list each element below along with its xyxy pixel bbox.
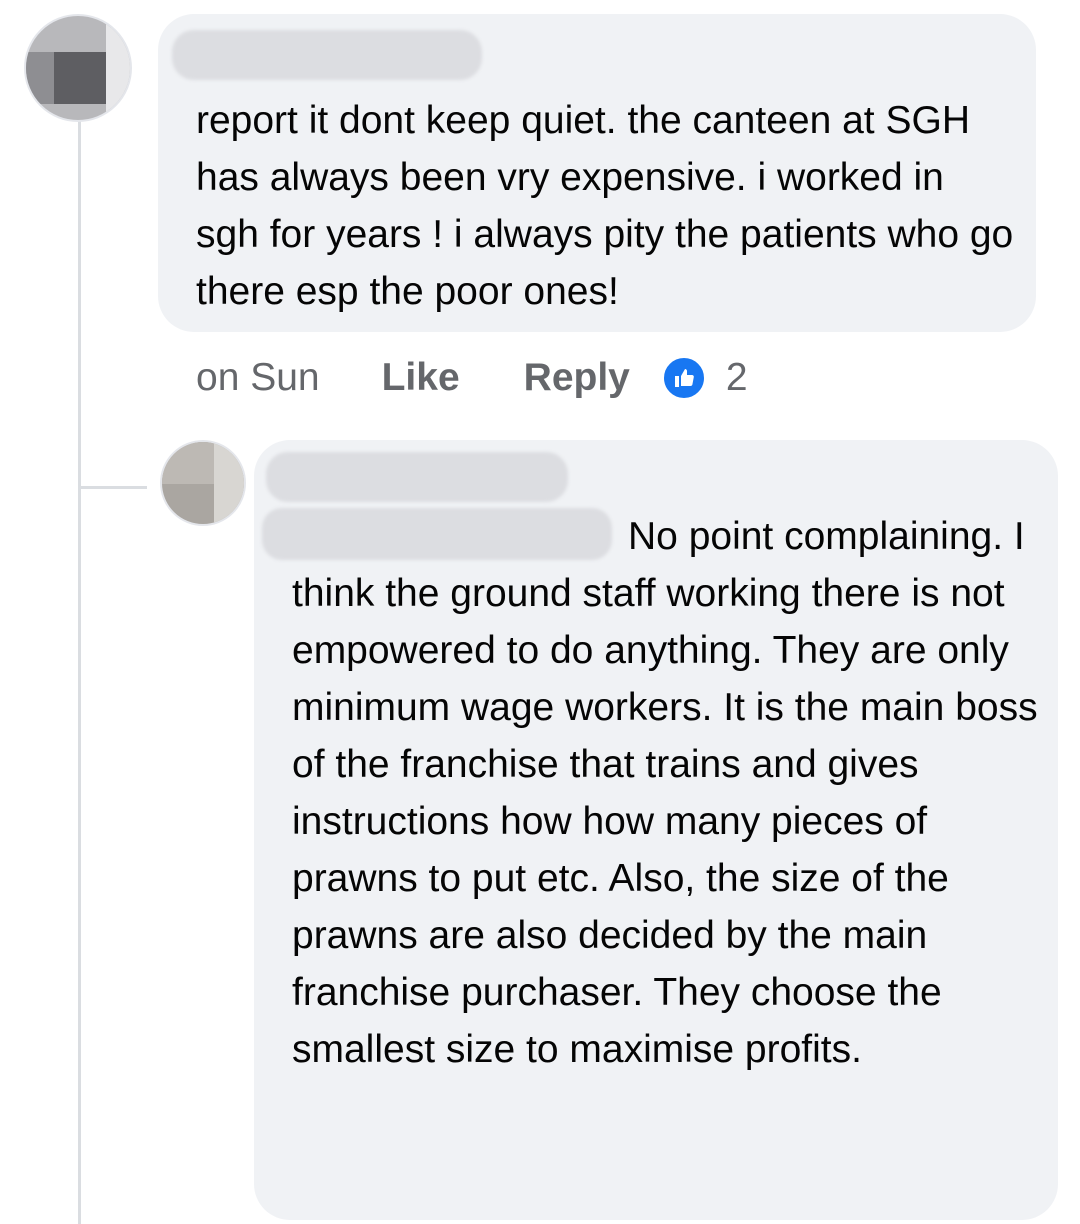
comment-bubble: report it dont keep quiet. the canteen a… [158,14,1036,332]
reply-button[interactable]: Reply [524,356,630,400]
thread-connector-line [78,120,81,1224]
reply-connector-line [81,486,147,489]
avatar[interactable] [160,440,246,526]
comment-timestamp[interactable]: on Sun [196,356,320,400]
reply-bubble: No point complaining. I think the ground… [254,440,1058,1220]
avatar-image-part [26,52,54,104]
comment-actions: on Sun Like Reply 2 [196,350,748,406]
avatar-image-part [162,442,214,484]
avatar-image-part [54,52,106,104]
thumbs-up-glyph [674,369,694,387]
like-button[interactable]: Like [382,356,460,400]
avatar-image-part [214,442,244,524]
avatar-image-part [106,16,130,120]
comment-text: report it dont keep quiet. the canteen a… [196,99,1014,313]
thumbs-up-icon[interactable] [661,356,706,400]
comment-thread: report it dont keep quiet. the canteen a… [0,0,1080,1224]
commenter-name-redacted[interactable] [172,30,482,80]
replier-name-redacted[interactable] [266,452,568,502]
reply-text: No point complaining. I think the ground… [292,515,1038,1071]
reaction-count[interactable]: 2 [726,356,748,400]
avatar[interactable] [24,14,132,122]
